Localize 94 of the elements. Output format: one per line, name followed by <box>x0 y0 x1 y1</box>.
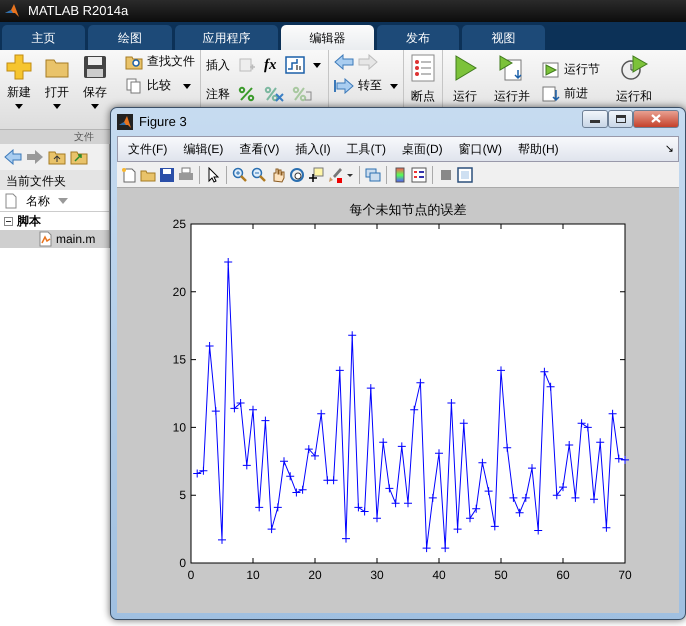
ribbon-tab[interactable]: 主页 <box>2 25 85 50</box>
fi-icon <box>284 56 304 74</box>
tick-label: 20 <box>308 568 322 582</box>
ribbon-button[interactable]: 保存 <box>81 54 109 112</box>
menu-item[interactable]: 工具(T) <box>340 140 392 158</box>
back-arrow-icon[interactable] <box>4 149 22 165</box>
rotate-icon[interactable] <box>289 166 305 182</box>
tick-label: 10 <box>246 568 260 582</box>
run-button[interactable]: 运行和 <box>616 54 652 104</box>
menu-dock-arrow[interactable]: ↘ <box>664 140 674 158</box>
tick-label: 20 <box>172 284 186 299</box>
menu-item[interactable]: 桌面(D) <box>396 140 449 158</box>
run-section-icon <box>542 62 560 78</box>
collapse-icon[interactable] <box>4 216 13 226</box>
menu-item[interactable]: 帮助(H) <box>512 140 565 158</box>
matlab-logo-icon <box>4 3 20 19</box>
chart-title: 每个未知节点的误差 <box>350 202 466 217</box>
documents-icon <box>125 78 143 94</box>
tick-label: 60 <box>556 568 570 582</box>
ribbon-button[interactable]: 打开 <box>43 54 71 112</box>
insert-icon <box>238 57 256 74</box>
file-item[interactable]: main.m <box>0 230 109 248</box>
tick-label: 0 <box>179 556 186 570</box>
minimize-button[interactable] <box>582 110 608 128</box>
menu-item[interactable]: 窗口(W) <box>452 140 508 158</box>
ribbon-tab[interactable]: 视图 <box>462 25 545 50</box>
zoom-out-icon[interactable] <box>251 166 267 182</box>
legend-icon[interactable] <box>411 166 427 182</box>
maximize-button[interactable] <box>608 110 633 128</box>
run-button[interactable]: 运行节 <box>542 62 600 78</box>
close-icon <box>651 114 661 124</box>
group-label: 文件 <box>74 132 94 143</box>
tick-label: 25 <box>172 217 186 231</box>
save-icon <box>82 54 108 80</box>
brush-icon[interactable] <box>327 166 343 182</box>
forward-arrow-icon <box>358 54 378 70</box>
new-figure-icon[interactable] <box>121 166 137 182</box>
ribbon-button[interactable]: 新建 <box>5 54 33 112</box>
breakpoints-button[interactable]: 断点 <box>409 54 437 104</box>
close-button[interactable] <box>633 110 679 128</box>
plus-icon <box>6 54 32 80</box>
window-title: MATLAB R2014a <box>28 2 128 20</box>
run-button[interactable]: 前进 <box>542 86 600 102</box>
up-folder-icon[interactable] <box>48 149 66 165</box>
goto-button[interactable]: 转至 <box>334 78 398 94</box>
tick-label: 0 <box>188 568 194 582</box>
sort-arrow-icon[interactable] <box>58 198 68 204</box>
tick-label: 30 <box>370 568 384 582</box>
matlab-logo-icon <box>117 114 133 130</box>
script-file-icon <box>38 231 52 247</box>
tick-label: 50 <box>494 568 508 582</box>
link-icon[interactable] <box>365 166 381 182</box>
data-cursor-icon[interactable] <box>308 166 324 182</box>
menu-item[interactable]: 插入(I) <box>289 140 337 158</box>
goto-arrow-icon <box>334 78 354 94</box>
ribbon-tab[interactable]: 发布 <box>377 25 459 50</box>
ribbon-tab[interactable]: 绘图 <box>88 25 172 50</box>
ribbon-tab[interactable]: 编辑器 <box>281 25 374 50</box>
column-header[interactable]: 名称 <box>26 192 50 210</box>
maximize-icon <box>616 114 626 123</box>
uncomment-icon <box>264 86 284 102</box>
tick-label: 15 <box>172 352 186 367</box>
percent-icon <box>238 86 256 102</box>
ribbon-button[interactable]: 查找文件 <box>125 54 195 70</box>
search-icon <box>125 54 143 70</box>
run-button[interactable]: 运行并 <box>490 54 534 104</box>
tick-label: 5 <box>179 488 186 502</box>
run-button[interactable]: 运行 <box>448 54 482 104</box>
ribbon-tab[interactable]: 应用程序 <box>175 25 278 50</box>
zoom-in-icon[interactable] <box>232 166 248 182</box>
indent-icon <box>292 86 312 102</box>
panel-layout-icon[interactable] <box>457 166 473 182</box>
ribbon-button[interactable]: 比较 <box>125 78 195 94</box>
browse-folder-icon[interactable] <box>70 149 88 165</box>
print-icon[interactable] <box>178 166 194 182</box>
tick-label: 10 <box>172 420 186 434</box>
caret-icon <box>312 62 320 68</box>
panel-title: 当前文件夹 <box>6 174 66 188</box>
tick-label: 70 <box>618 568 632 582</box>
ribbon-label: 注释 <box>206 86 230 102</box>
back-arrow-icon[interactable] <box>334 54 354 70</box>
save-icon[interactable] <box>159 166 175 182</box>
stopwatch-play-icon <box>619 54 649 82</box>
fx-button[interactable]: fx <box>264 54 276 76</box>
breakpoints-icon <box>410 54 436 82</box>
ribbon-label: 插入 <box>206 57 230 74</box>
folder-label[interactable]: 脚本 <box>17 212 41 230</box>
advance-icon <box>542 86 560 102</box>
menu-item[interactable]: 编辑(E) <box>177 140 230 158</box>
figure-title: Figure 3 <box>139 113 187 132</box>
menu-item[interactable]: 文件(F) <box>122 140 174 158</box>
tick-label: 40 <box>432 568 446 582</box>
menu-item[interactable]: 查看(V) <box>233 140 286 158</box>
document-icon <box>4 192 18 208</box>
